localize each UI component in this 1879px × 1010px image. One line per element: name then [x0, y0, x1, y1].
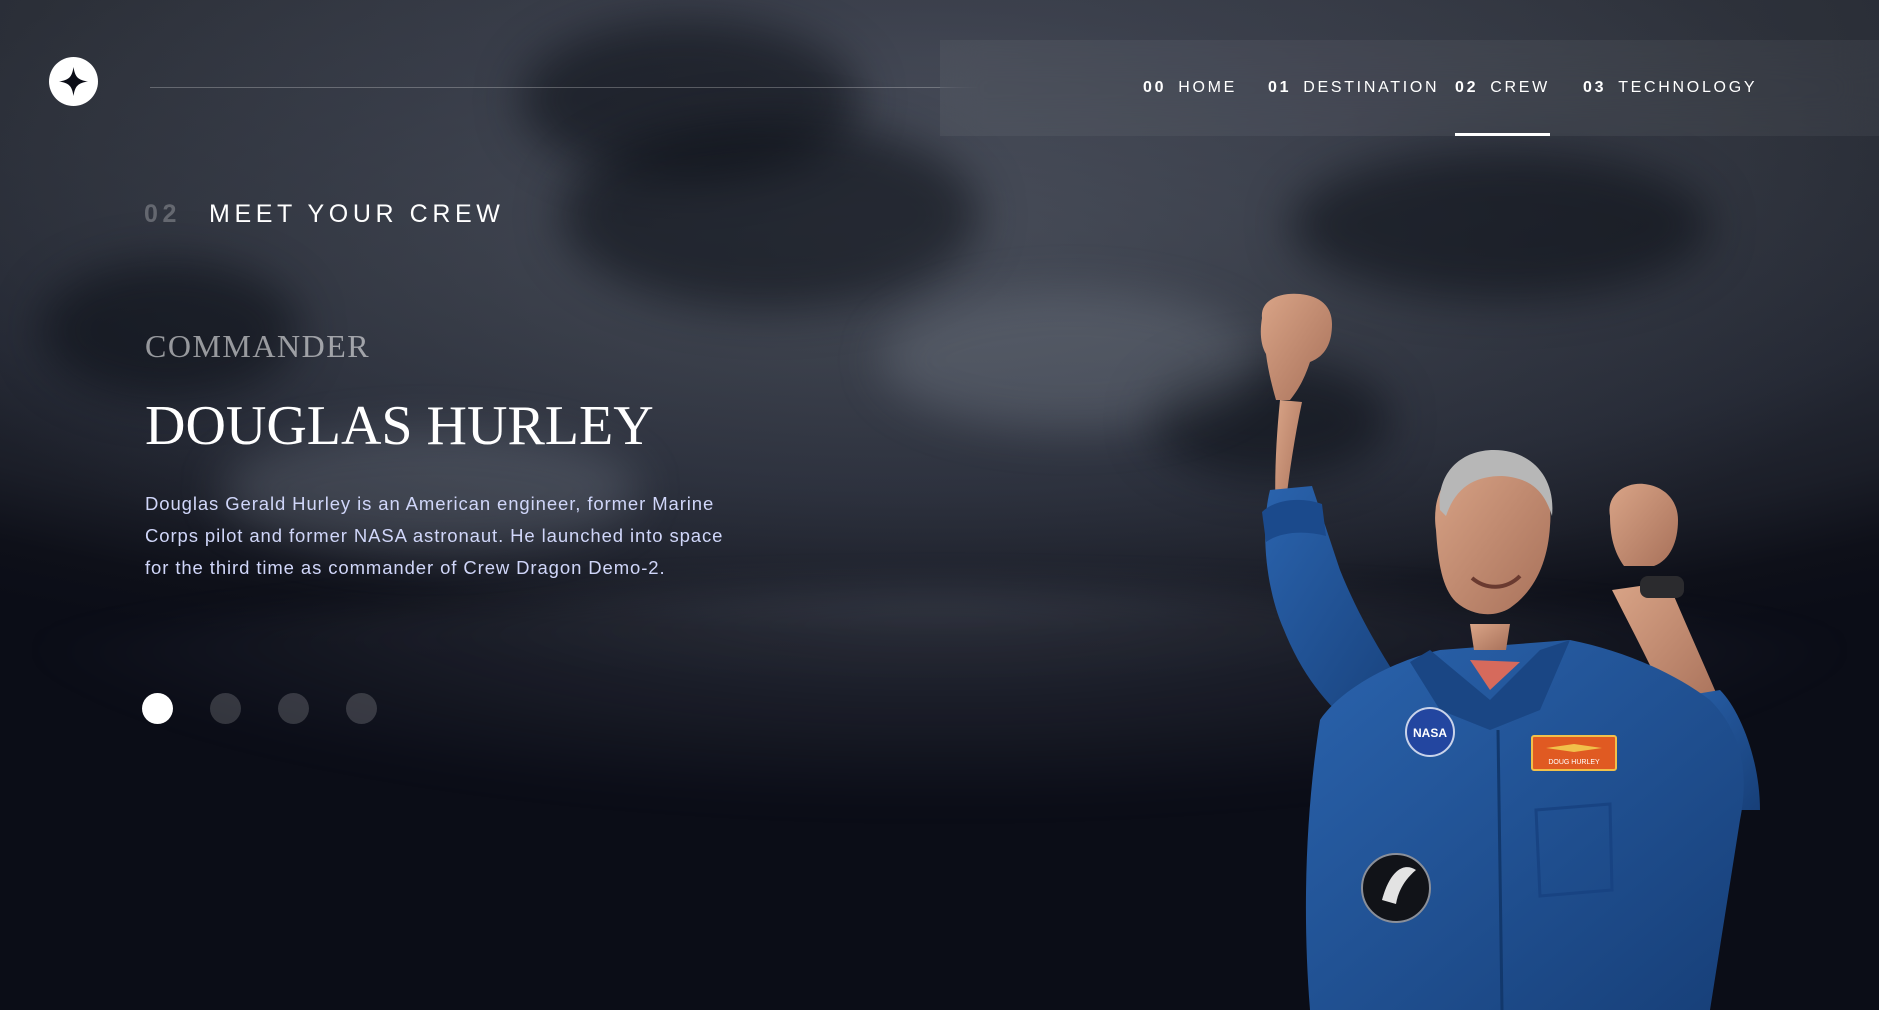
nav-home[interactable]: 00 HOME: [1143, 40, 1237, 136]
section-number: 02: [144, 200, 182, 228]
nav-destination[interactable]: 01 DESTINATION: [1268, 40, 1439, 136]
nav-crew-number: 02: [1455, 79, 1479, 96]
nav-technology-label: TECHNOLOGY: [1618, 79, 1758, 96]
section-title: MEET YOUR CREW: [209, 200, 505, 228]
carousel-dot-1[interactable]: [142, 693, 173, 724]
nav-destination-label: DESTINATION: [1303, 79, 1440, 96]
right-fist: [1609, 483, 1678, 566]
header-divider: [150, 87, 977, 88]
cloud-shadow: [560, 120, 980, 310]
carousel-dot-3[interactable]: [278, 693, 309, 724]
name-tag-label: DOUG HURLEY: [1548, 759, 1600, 766]
crew-name: Douglas Hurley: [145, 395, 654, 457]
cloud-shadow: [1290, 150, 1710, 300]
crew-role: Commander: [145, 328, 371, 364]
neck: [1470, 624, 1510, 650]
nav-crew-label: CREW: [1490, 79, 1550, 96]
nasa-patch-label: NASA: [1413, 726, 1447, 740]
nav-technology-number: 03: [1583, 79, 1607, 96]
nav-home-number: 00: [1143, 79, 1167, 96]
carousel-dot-4[interactable]: [346, 693, 377, 724]
main-nav: 00 HOME 01 DESTINATION 02 CREW 03 TECHNO…: [940, 40, 1879, 136]
crew-portrait-image: NASA DOUG HURLEY: [1260, 293, 1760, 1010]
nav-technology[interactable]: 03 TECHNOLOGY: [1583, 40, 1757, 136]
nav-crew[interactable]: 02 CREW: [1455, 40, 1550, 136]
crew-bio: Douglas Gerald Hurley is an American eng…: [145, 493, 724, 578]
nav-home-label: HOME: [1178, 79, 1238, 96]
cloud-light: [880, 290, 1260, 430]
logo-star-icon[interactable]: [49, 57, 98, 106]
section-heading: 02 MEET YOUR CREW: [144, 200, 504, 229]
left-fist: [1260, 293, 1332, 400]
crew-page: 00 HOME 01 DESTINATION 02 CREW 03 TECHNO…: [0, 0, 1879, 1010]
nav-destination-number: 01: [1268, 79, 1292, 96]
crew-carousel-dots: [142, 693, 414, 724]
wristwatch: [1640, 576, 1684, 598]
carousel-dot-2[interactable]: [210, 693, 241, 724]
